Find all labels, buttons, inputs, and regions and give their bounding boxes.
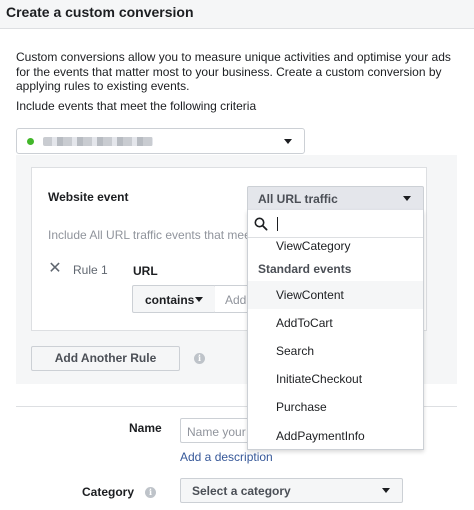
caret-down-icon	[382, 488, 390, 493]
url-field-label: URL	[133, 264, 158, 278]
name-placeholder: Name your c	[187, 425, 250, 439]
data-source-select[interactable]	[16, 128, 305, 154]
website-event-select[interactable]: All URL traffic	[247, 186, 424, 211]
rule-value-placeholder: Add	[225, 293, 247, 307]
add-another-rule-button[interactable]: Add Another Rule	[31, 346, 180, 371]
category-label: Category	[82, 485, 135, 499]
name-label: Name	[129, 421, 162, 435]
caret-down-icon	[403, 196, 411, 201]
event-dropdown-menu: ViewCategory Standard events ViewContent…	[247, 210, 424, 450]
dropdown-item-search[interactable]: Search	[248, 337, 423, 365]
dropdown-item-addtocart[interactable]: AddToCart	[248, 309, 423, 337]
include-description: Include All URL traffic events that meet…	[48, 228, 248, 242]
close-icon[interactable]: ✕	[48, 261, 62, 277]
add-description-link[interactable]: Add a description	[180, 450, 273, 464]
dialog-header: Create a custom conversion	[0, 0, 474, 29]
dropdown-item-addpaymentinfo[interactable]: AddPaymentInfo	[248, 422, 423, 449]
text-cursor	[277, 217, 278, 231]
status-dot-icon	[27, 138, 34, 145]
website-event-label: Website event	[48, 190, 129, 204]
dropdown-item-initiatecheckout[interactable]: InitiateCheckout	[248, 365, 423, 393]
info-icon[interactable]: i	[145, 487, 156, 498]
operator-value: contains	[145, 293, 195, 307]
intro-text: Custom conversions allow you to measure …	[16, 50, 451, 93]
search-icon	[254, 217, 268, 231]
category-select[interactable]: Select a category	[180, 478, 403, 503]
criteria-label: Include events that meet the following c…	[16, 99, 257, 113]
caret-down-icon	[195, 297, 203, 302]
caret-down-icon	[284, 139, 292, 144]
category-value: Select a category	[192, 484, 291, 498]
dropdown-item-purchase[interactable]: Purchase	[248, 393, 423, 421]
info-icon[interactable]: i	[194, 353, 205, 364]
website-event-value: All URL traffic	[258, 192, 338, 206]
operator-select[interactable]: contains	[132, 285, 216, 313]
dialog-title: Create a custom conversion	[6, 4, 194, 20]
standard-events-heading: Standard events	[258, 262, 352, 276]
dropdown-item-viewcontent[interactable]: ViewContent	[248, 281, 423, 309]
blurred-source-name	[43, 137, 153, 146]
rule-label: Rule 1	[73, 263, 108, 277]
name-input[interactable]: Name your c	[180, 418, 250, 443]
dropdown-item-viewcategory[interactable]: ViewCategory	[248, 232, 423, 260]
